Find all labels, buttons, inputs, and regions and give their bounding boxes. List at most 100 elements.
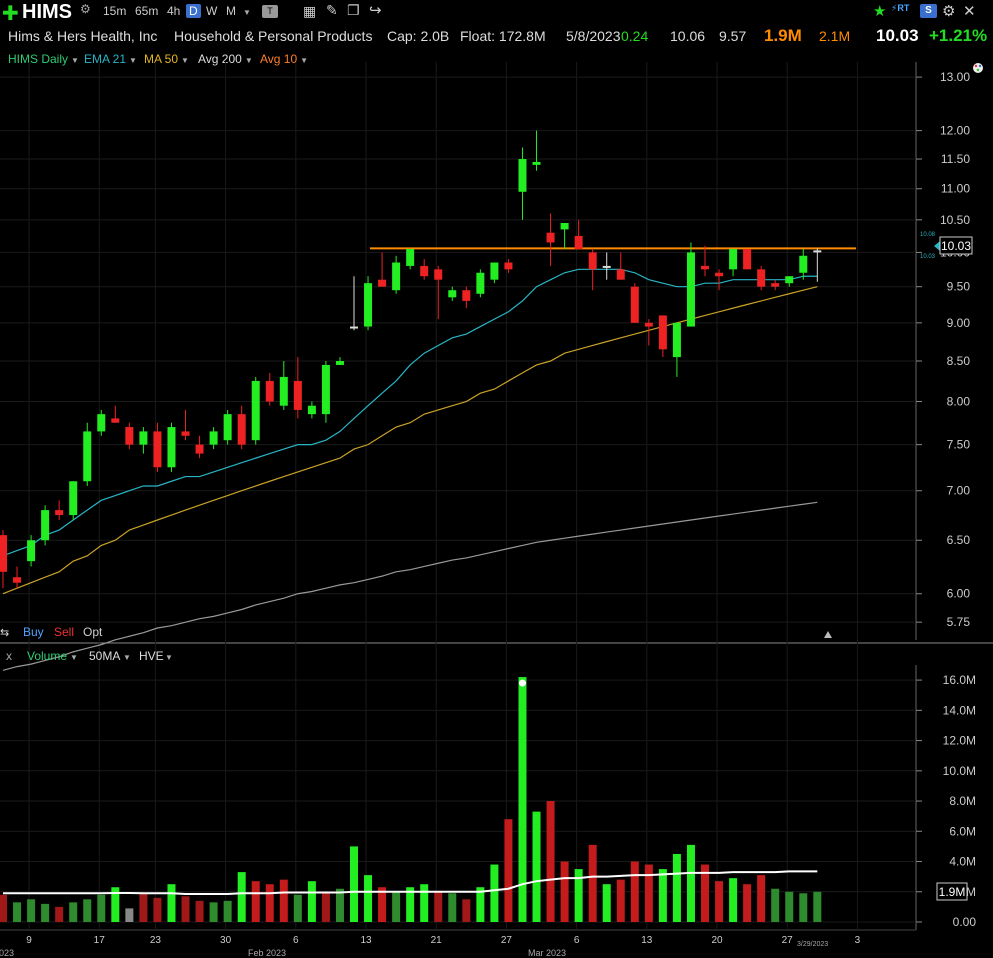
month-label: Mar 2023 xyxy=(528,948,566,958)
candle-body xyxy=(701,265,709,270)
date-tick-label: 6 xyxy=(293,935,299,946)
candle-body xyxy=(588,252,597,270)
chart-canvas[interactable]: 13.0012.0011.5011.0010.5010.009.509.008.… xyxy=(0,0,993,958)
volume-tick-label: 6.0M xyxy=(949,824,976,838)
price-tick-label: 7.00 xyxy=(947,484,971,498)
volume-bar xyxy=(588,844,597,922)
price-tick-label: 9.00 xyxy=(947,316,971,330)
volume-bar xyxy=(364,875,373,922)
volume-bar xyxy=(504,819,513,922)
volume-bar xyxy=(167,884,176,922)
price-tick-label: 12.00 xyxy=(940,124,970,138)
volume-bar xyxy=(209,902,218,922)
volume-bar xyxy=(757,875,766,922)
volume-close-button[interactable]: x xyxy=(6,649,12,663)
candle-body xyxy=(743,249,752,270)
options-button[interactable]: Opt xyxy=(83,625,103,639)
candle-body xyxy=(686,252,695,327)
volume-bar xyxy=(125,908,134,922)
scroll-right-icon[interactable] xyxy=(824,631,832,638)
volume-bar xyxy=(41,903,50,922)
candle-body xyxy=(434,269,443,280)
volume-bar xyxy=(153,897,162,922)
candle-body xyxy=(83,431,92,482)
volume-legend[interactable]: Volume xyxy=(27,649,67,663)
ma50-volume-legend[interactable]: 50MA xyxy=(89,649,120,663)
candle-body xyxy=(644,322,653,327)
price-tick-label: 13.00 xyxy=(940,70,970,84)
volume-bar xyxy=(181,896,190,922)
price-gridlines xyxy=(0,76,916,623)
ema21-line xyxy=(2,268,818,557)
candle-body xyxy=(378,279,387,287)
candle-body xyxy=(27,540,36,562)
volume-bar xyxy=(644,864,653,922)
date-tick-label: 17 xyxy=(94,935,106,946)
candle-body xyxy=(97,414,106,432)
volume-tick-label: 12.0M xyxy=(943,734,976,748)
mini-low-label: 10.03 xyxy=(920,254,936,260)
month-label: 2023 xyxy=(0,948,14,958)
candle-body xyxy=(279,376,288,406)
volume-bar xyxy=(813,891,822,922)
volume-bar xyxy=(532,811,541,922)
volume-bar xyxy=(630,861,639,922)
candle-body xyxy=(125,427,134,445)
volume-bar xyxy=(560,861,569,922)
volume-gridlines xyxy=(0,679,916,923)
palette-icon[interactable] xyxy=(973,63,983,73)
volume-bar xyxy=(27,899,36,922)
buy-button[interactable]: Buy xyxy=(23,625,44,639)
candle-body xyxy=(55,510,64,516)
volume-tick-label: 4.0M xyxy=(949,855,976,869)
candle-body xyxy=(630,286,639,323)
sell-button[interactable]: Sell xyxy=(54,625,74,639)
price-tick-label: 11.00 xyxy=(941,182,970,196)
volume-bar xyxy=(350,846,358,922)
candle-body xyxy=(13,577,22,583)
volume-bar xyxy=(602,884,611,922)
price-tick-label: 5.75 xyxy=(947,615,971,629)
volume-bar xyxy=(13,902,22,922)
date-tick-label: 21 xyxy=(431,935,443,946)
hve-legend[interactable]: HVE xyxy=(139,649,164,663)
palette-dot-blue xyxy=(978,64,982,68)
candle-body xyxy=(560,223,569,230)
volume-bar xyxy=(658,869,667,922)
candle-body xyxy=(616,269,625,280)
price-tick-label: 10.50 xyxy=(940,213,970,227)
mini-high-label: 10.08 xyxy=(920,232,936,238)
price-axis-labels: 13.0012.0011.5011.0010.5010.009.509.008.… xyxy=(916,70,970,629)
volume-bar xyxy=(251,881,260,922)
date-axis-labels: 9 17 23 30 6 13 21 27 6 13 20 27 3 2023 Feb 2023 Mar 20… xyxy=(0,935,861,958)
vertical-gridlines xyxy=(28,62,858,930)
volume-bar xyxy=(83,899,92,922)
volume-bar xyxy=(279,879,288,922)
candle-body xyxy=(195,444,204,454)
volume-tick-label: 8.0M xyxy=(949,794,976,808)
volume-bar xyxy=(97,894,106,922)
candle-body xyxy=(41,510,50,541)
palette-dot-red xyxy=(974,64,978,68)
candle-body xyxy=(293,380,302,410)
price-tick-label: 9.50 xyxy=(947,280,971,294)
month-label: Feb 2023 xyxy=(248,948,286,958)
candle-body xyxy=(167,427,176,468)
hve-marker xyxy=(518,679,526,687)
volume-bar xyxy=(448,893,457,922)
candle-body xyxy=(658,315,667,350)
volume-bar xyxy=(434,891,443,922)
volume-bar xyxy=(237,872,246,922)
candle-body xyxy=(420,265,429,277)
candle-body xyxy=(729,249,738,270)
candle-body xyxy=(672,322,681,358)
volume-bar xyxy=(69,902,78,922)
price-tick-label: 8.00 xyxy=(947,395,971,409)
candle-body xyxy=(771,283,780,287)
candle-body xyxy=(69,481,78,516)
candle-body xyxy=(462,290,471,301)
candle-body xyxy=(504,262,513,270)
volume-bars xyxy=(0,677,822,922)
candle-body xyxy=(0,535,7,572)
volume-bar xyxy=(265,884,274,922)
